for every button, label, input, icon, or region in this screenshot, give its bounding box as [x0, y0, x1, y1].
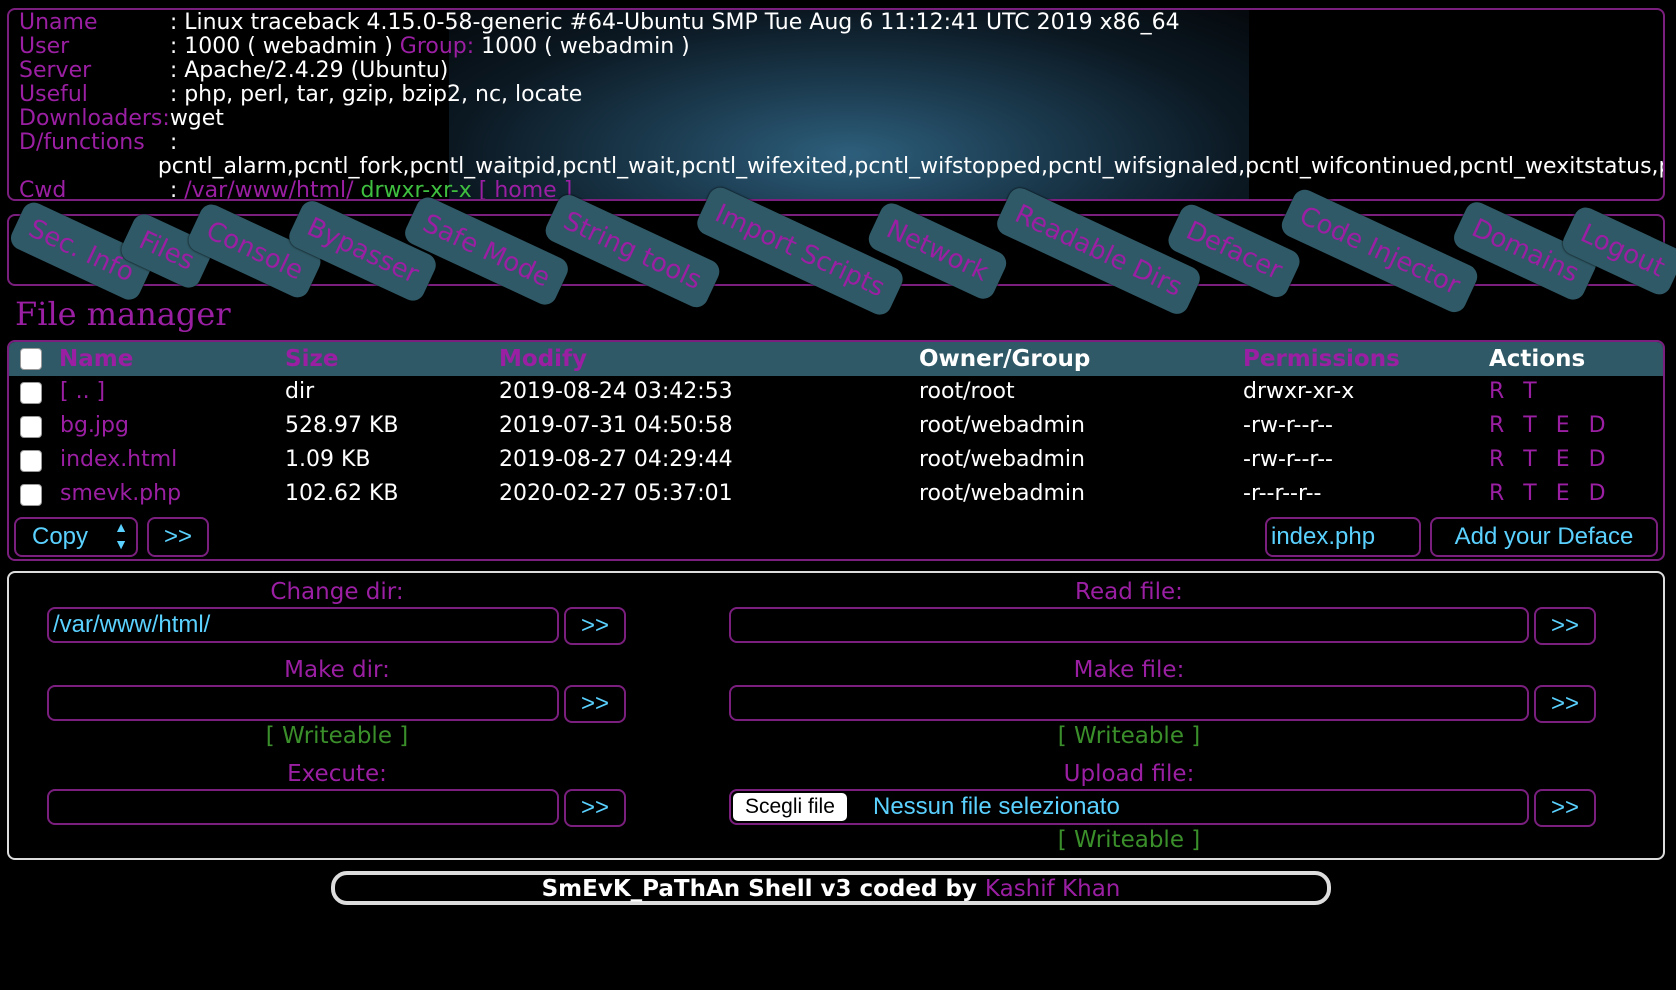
file-size: 528.97 KB	[285, 413, 399, 438]
change-dir-input[interactable]: /var/www/html/	[47, 607, 559, 643]
select-all-checkbox[interactable]	[20, 348, 42, 370]
row-checkbox[interactable]	[20, 382, 42, 404]
execute-label: Execute:	[287, 761, 387, 787]
table-header: Name Size Modify Owner/Group Permissions…	[9, 342, 1663, 376]
header-owner-group: Owner/Group	[919, 346, 1091, 372]
file-owner: root/webadmin	[919, 481, 1085, 506]
add-deface-button[interactable]: Add your Deface	[1430, 517, 1658, 557]
file-modify: 2019-08-27 04:29:44	[499, 447, 733, 472]
choose-file-button[interactable]: Scegli file	[733, 793, 847, 821]
upload-file-go-button[interactable]: >>	[1534, 789, 1596, 827]
downloaders-value: wget	[169, 106, 224, 131]
make-dir-writeable-status: [ Writeable ]	[265, 723, 409, 749]
file-modify: 2019-07-31 04:50:58	[499, 413, 733, 438]
row-checkbox[interactable]	[20, 450, 42, 472]
make-dir-label: Make dir:	[284, 657, 390, 683]
tools-panel: Change dir: /var/www/html/ >> Make dir: …	[7, 571, 1665, 860]
cwd-path-link[interactable]: /var/www/html/	[184, 178, 353, 200]
useful-label: Useful	[19, 82, 88, 107]
user-label: User	[19, 34, 70, 59]
file-owner: root/root	[919, 379, 1015, 404]
no-file-selected-text: Nessun file selezionato	[873, 793, 1120, 820]
file-name-link[interactable]: bg.jpg	[60, 413, 129, 438]
upload-writeable-status: [ Writeable ]	[1057, 827, 1201, 853]
make-file-writeable-status: [ Writeable ]	[1057, 723, 1201, 749]
main-nav: Sec. Info Files Console Bypasser Safe Mo…	[7, 183, 1676, 319]
select-arrows-icon: ▲ ▼	[114, 519, 128, 552]
upload-file-label: Upload file:	[1063, 761, 1195, 787]
uname-label: Uname	[19, 10, 98, 35]
file-name-link[interactable]: [ .. ]	[60, 379, 105, 404]
file-manager-title: File manager	[15, 295, 231, 333]
file-actions[interactable]: R T E D	[1489, 481, 1612, 506]
dfunctions-value: pcntl_alarm,pcntl_fork,pcntl_waitpid,pcn…	[157, 154, 1663, 179]
read-file-label: Read file:	[1075, 579, 1183, 605]
uname-value: : Linux traceback 4.15.0-58-generic #64-…	[169, 10, 1180, 35]
file-name-link[interactable]: index.html	[60, 447, 177, 472]
footer-text: SmEvK_PaThAn Shell v3 coded by	[541, 876, 977, 902]
make-file-go-button[interactable]: >>	[1534, 685, 1596, 723]
nav-tab-string-tools[interactable]: String tools	[541, 191, 723, 311]
author-link[interactable]: Kashif Khan	[985, 876, 1120, 902]
copy-go-button[interactable]: >>	[147, 517, 209, 557]
file-modify: 2019-08-24 03:42:53	[499, 379, 733, 404]
execute-go-button[interactable]: >>	[564, 789, 626, 827]
execute-input[interactable]	[47, 789, 559, 825]
make-dir-input[interactable]	[47, 685, 559, 721]
file-owner: root/webadmin	[919, 447, 1085, 472]
header-size[interactable]: Size	[285, 346, 338, 372]
nav-tab-code-injector[interactable]: Code Injector	[1277, 185, 1482, 317]
copy-select-value: Copy	[32, 523, 89, 550]
change-dir-go-button[interactable]: >>	[564, 607, 626, 645]
header-name[interactable]: Name	[59, 346, 133, 372]
nav-tab-import-scripts[interactable]: Import Scripts	[693, 183, 907, 319]
file-permissions[interactable]: -rw-r--r--	[1243, 413, 1333, 438]
file-size: 1.09 KB	[285, 447, 371, 472]
row-checkbox[interactable]	[20, 416, 42, 438]
file-modify: 2020-02-27 05:37:01	[499, 481, 733, 506]
file-permissions[interactable]: -rw-r--r--	[1243, 447, 1333, 472]
dfunctions-colon: :	[169, 130, 178, 155]
header-permissions[interactable]: Permissions	[1243, 346, 1400, 372]
make-dir-go-button[interactable]: >>	[564, 685, 626, 723]
file-permissions[interactable]: drwxr-xr-x	[1243, 379, 1354, 404]
group-value: 1000 ( webadmin )	[481, 34, 690, 59]
read-file-go-button[interactable]: >>	[1534, 607, 1596, 645]
deface-filename-input[interactable]: index.php	[1265, 517, 1421, 557]
server-label: Server	[19, 58, 92, 83]
file-permissions[interactable]: -r--r--r--	[1243, 481, 1321, 506]
useful-value: : php, perl, tar, gzip, bzip2, nc, locat…	[169, 82, 583, 107]
copy-select[interactable]: Copy ▲ ▼	[14, 517, 138, 557]
footer-credits: SmEvK_PaThAn Shell v3 coded by Kashif Kh…	[331, 871, 1331, 905]
server-info-table: Uname : Linux traceback 4.15.0-58-generi…	[19, 10, 1663, 201]
cwd-label: Cwd	[19, 178, 67, 201]
change-dir-label: Change dir:	[270, 579, 404, 605]
file-manager-table: Name Size Modify Owner/Group Permissions…	[7, 340, 1665, 561]
file-owner: root/webadmin	[919, 413, 1085, 438]
file-actions[interactable]: R T	[1489, 379, 1543, 404]
nav-tab-readable-dirs[interactable]: Readable Dirs	[993, 184, 1204, 318]
cwd-permissions: drwxr-xr-x	[360, 178, 472, 201]
file-size: 102.62 KB	[285, 481, 399, 506]
user-value: : 1000 ( webadmin )	[169, 34, 393, 59]
read-file-input[interactable]	[729, 607, 1529, 643]
header-actions: Actions	[1489, 346, 1586, 372]
downloaders-label: Downloaders:	[19, 106, 170, 131]
make-file-label: Make file:	[1073, 657, 1185, 683]
file-size: dir	[285, 379, 315, 404]
group-label: Group:	[399, 34, 475, 59]
row-checkbox[interactable]	[20, 484, 42, 506]
header-modify[interactable]: Modify	[499, 346, 587, 372]
file-actions[interactable]: R T E D	[1489, 447, 1612, 472]
file-name-link[interactable]: smevk.php	[60, 481, 181, 506]
dfunctions-label: D/functions	[19, 130, 145, 155]
server-info-panel: Uname : Linux traceback 4.15.0-58-generi…	[7, 8, 1665, 201]
file-actions[interactable]: R T E D	[1489, 413, 1612, 438]
nav-tab-safe-mode[interactable]: Safe Mode	[401, 193, 572, 309]
home-link[interactable]: [ home ]	[479, 178, 573, 200]
server-value: : Apache/2.4.29 (Ubuntu)	[169, 58, 449, 83]
upload-file-input: Scegli file Nessun file selezionato	[729, 789, 1529, 825]
make-file-input[interactable]	[729, 685, 1529, 721]
cwd-colon: :	[169, 178, 178, 201]
